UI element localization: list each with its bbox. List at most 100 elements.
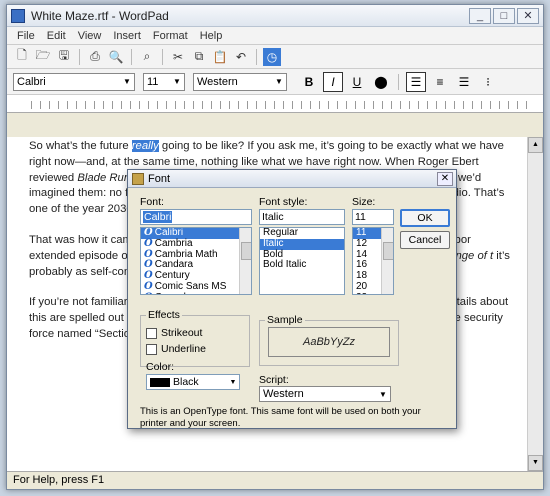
list-item-label: 20 [356,280,368,292]
strikeout-checkbox-box[interactable] [146,327,157,339]
list-item-label: Regular [263,227,299,238]
print-preview-icon[interactable]: 🔍 [107,48,125,66]
text-run: If you’re not familiar [29,296,128,309]
list-item-label: 18 [356,270,368,282]
size-list[interactable]: 11121416182022 [352,227,394,295]
font-size-value: 11 [147,75,159,88]
find-icon[interactable]: ⌕ [138,48,156,66]
color-label: Color: [146,361,175,373]
list-item-label: Century [154,270,190,282]
menu-insert[interactable]: Insert [107,30,147,42]
save-icon[interactable]: 🖫 [55,48,73,66]
script-dropdown[interactable]: Western ▼ [259,386,391,402]
list-item-label: Italic [263,237,284,249]
copy-icon[interactable]: ⧉ [190,48,208,66]
scroll-down-icon[interactable]: ▼ [528,455,543,471]
color-select[interactable]: Black ▼ [146,374,240,390]
underline-checkbox[interactable]: Underline [146,343,206,355]
toolbar-divider [162,48,163,65]
underline-button[interactable]: U [347,72,367,92]
close-button[interactable]: ✕ [517,7,539,24]
cut-icon[interactable]: ✂ [169,48,187,66]
font-size-select[interactable]: 11 ▼ [143,72,185,91]
open-folder-icon[interactable]: 🗁 [34,48,52,66]
script-label: Script: [259,374,289,386]
vertical-scrollbar[interactable]: ▲ ▼ [527,137,543,471]
align-center-icon[interactable]: ≡ [430,72,450,92]
list-item-label: Cambria Math [154,248,218,260]
font-style-input[interactable]: Italic [259,209,345,225]
selected-text: really [131,140,159,152]
align-right-icon[interactable]: ☰ [454,72,474,92]
scroll-up-icon[interactable]: ▲ [528,137,543,153]
bold-button[interactable]: B [299,72,319,92]
opentype-font-icon: O [144,280,153,292]
ruler-ticks [31,101,529,109]
size-input[interactable]: 11 [352,209,394,225]
maximize-button[interactable]: □ [493,7,515,24]
dropdown-arrow-icon[interactable]: ▼ [376,390,390,399]
opentype-font-icon: O [144,227,153,238]
ok-button[interactable]: OK [400,209,450,227]
new-document-icon[interactable]: 🗋 [13,48,31,66]
dialog-close-icon[interactable]: ✕ [437,171,453,186]
menu-help[interactable]: Help [194,30,229,42]
menu-edit[interactable]: Edit [41,30,72,42]
underline-checkbox-box[interactable] [146,343,157,355]
list-item-label: Comic Sans MS [154,280,227,292]
list-item-label: Bold [263,248,284,260]
opentype-font-icon: O [144,270,153,282]
size-list-scrollbar[interactable] [381,228,393,294]
list-item[interactable]: OConsolas [141,292,251,294]
opentype-font-icon: O [144,259,153,271]
dropdown-arrow-icon[interactable]: ▼ [120,77,134,86]
script-value: Western [197,75,238,88]
ruler[interactable] [7,95,543,113]
font-dialog-titlebar: Font ✕ [128,170,456,188]
list-item-label: Bold Italic [263,259,307,271]
font-name-select[interactable]: Calbri ▼ [13,72,135,91]
toolbar-divider [131,48,132,65]
list-item[interactable]: Bold Italic [260,259,344,271]
font-style-list[interactable]: Regular Italic Bold Bold Italic [259,227,345,295]
font-name-input[interactable]: Calbri [140,209,252,225]
align-left-icon[interactable]: ☰ [406,71,426,92]
menu-view[interactable]: View [72,30,108,42]
menu-bar: File Edit View Insert Format Help [7,27,543,45]
dropdown-arrow-icon[interactable]: ▼ [272,77,286,86]
menu-format[interactable]: Format [147,30,194,42]
text-run: So what’s the future [29,140,132,152]
dropdown-arrow-icon[interactable]: ▼ [170,77,184,86]
font-list[interactable]: O Calibri O Cambria O Cambria Math O Candara O Ce… [140,227,252,295]
undo-icon[interactable]: ↶ [232,48,250,66]
effects-group [140,315,250,367]
list-item-label: Cambria [154,237,193,249]
cancel-button[interactable]: Cancel [400,231,450,249]
size-label: Size: [352,196,376,208]
font-list-scrollbar[interactable] [239,228,251,294]
strikeout-checkbox[interactable]: Strikeout [146,327,202,339]
italic-button[interactable]: I [323,71,343,92]
menu-file[interactable]: File [11,30,41,42]
wordpad-app-icon [11,8,25,23]
bullets-icon[interactable]: ⁝ [478,72,498,92]
list-item-label: 16 [356,259,368,271]
color-icon[interactable]: ⬤ [371,72,391,92]
opentype-font-icon: O [144,292,153,294]
color-swatch [150,377,170,387]
strikeout-label: Strikeout [161,327,203,339]
list-item-label: 22 [356,292,367,294]
font-dialog-icon [132,172,144,185]
toolbar-divider [398,73,399,90]
list-item-label: Candara [154,259,194,271]
font-name-input-value: Calbri [143,211,173,223]
print-icon[interactable]: ⎙ [86,48,104,66]
insert-datetime-icon[interactable]: ◷ [263,47,281,66]
paste-icon[interactable]: 📋 [211,48,229,66]
sample-label: Sample [265,314,305,326]
minimize-button[interactable]: _ [469,7,491,24]
format-bar: Calbri ▼ 11 ▼ Western ▼ B I U ⬤ ☰ ≡ ☰ ⁝ [7,69,543,95]
script-select[interactable]: Western ▼ [193,72,287,91]
dropdown-arrow-icon[interactable]: ▼ [227,379,239,386]
text-run: That was how it cam [29,233,132,246]
